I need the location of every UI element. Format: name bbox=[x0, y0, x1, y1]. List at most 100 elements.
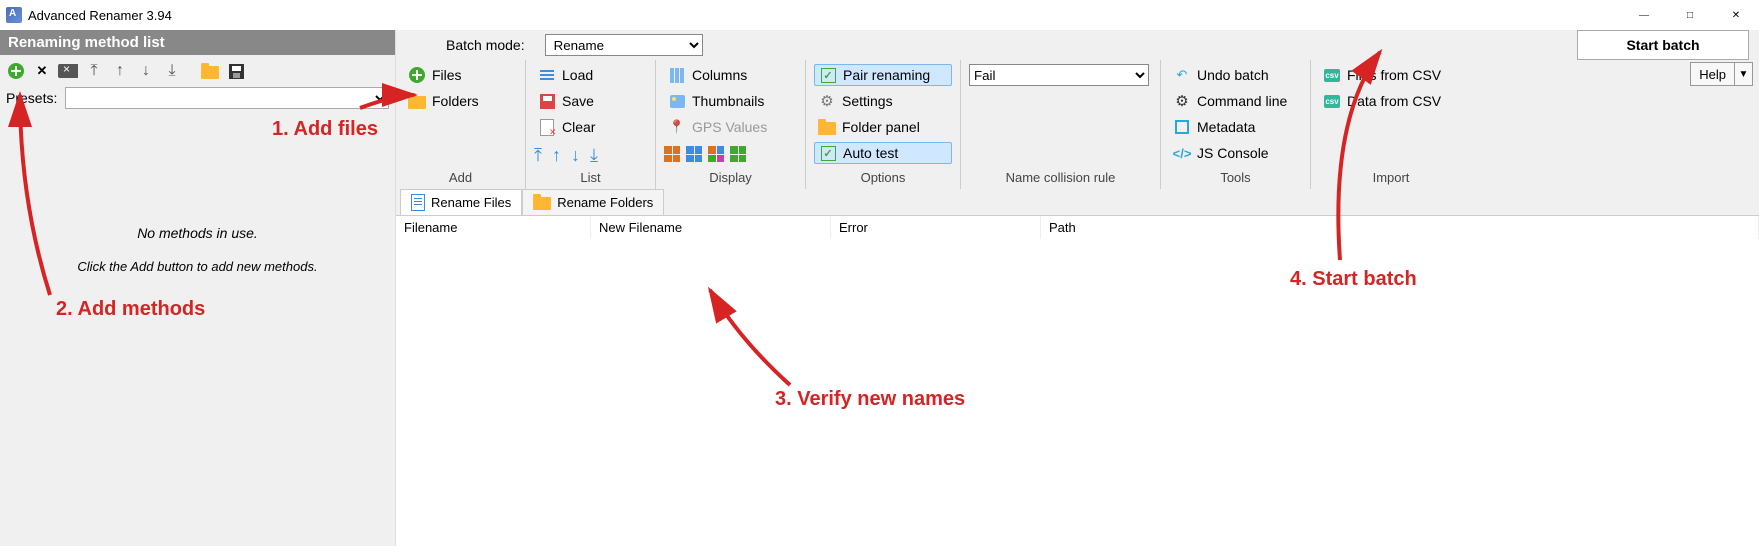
minimize-button[interactable]: — bbox=[1621, 0, 1667, 30]
file-tabs: Rename Files Rename Folders bbox=[396, 189, 1759, 215]
list-load-button[interactable]: Load bbox=[534, 64, 647, 86]
help-dropdown-button[interactable]: ▼ bbox=[1735, 62, 1753, 86]
grid-view-1[interactable] bbox=[664, 146, 680, 162]
empty-line1: No methods in use. bbox=[0, 225, 395, 241]
ribbon-group-display: Columns Thumbnails GPS Values Display bbox=[656, 60, 806, 189]
grid-view-2[interactable] bbox=[686, 146, 702, 162]
method-list-header: Renaming method list bbox=[0, 30, 395, 55]
display-gps-button[interactable]: GPS Values bbox=[664, 116, 797, 138]
folder-icon bbox=[818, 122, 836, 135]
folder-icon bbox=[201, 66, 219, 79]
sort-up-button[interactable]: ↑ bbox=[552, 146, 561, 164]
move-up-button[interactable]: ↑ bbox=[110, 61, 130, 81]
pin-icon bbox=[668, 118, 686, 136]
clear-methods-button[interactable] bbox=[58, 61, 78, 81]
window-controls: — □ ✕ bbox=[1621, 0, 1759, 30]
method-toolbar: ⤒ ↑ ↓ ⤓ bbox=[0, 55, 395, 85]
columns-icon bbox=[670, 68, 684, 83]
empty-line2: Click the Add button to add new methods. bbox=[0, 259, 395, 274]
ribbon-group-tools: ↶Undo batch Command line Metadata </>JS … bbox=[1161, 60, 1311, 189]
list-save-button[interactable]: Save bbox=[534, 90, 647, 112]
add-files-button[interactable]: Files bbox=[404, 64, 517, 86]
folder-icon bbox=[533, 197, 551, 210]
col-error[interactable]: Error bbox=[831, 216, 1041, 239]
plus-icon bbox=[409, 67, 425, 83]
plus-icon bbox=[8, 63, 24, 79]
grid-view-4[interactable] bbox=[730, 146, 746, 162]
square-icon bbox=[1175, 120, 1189, 134]
sort-top-button[interactable]: ⤒ bbox=[534, 146, 542, 164]
option-folder-panel[interactable]: Folder panel bbox=[814, 116, 952, 138]
file-icon bbox=[411, 194, 425, 211]
help-button[interactable]: Help bbox=[1690, 62, 1735, 86]
grid-view-3[interactable] bbox=[708, 146, 724, 162]
remove-method-button[interactable] bbox=[32, 61, 52, 81]
maximize-button[interactable]: □ bbox=[1667, 0, 1713, 30]
col-filename[interactable]: Filename bbox=[396, 216, 591, 239]
batch-mode-dropdown[interactable]: Rename bbox=[545, 34, 703, 56]
option-pair-renaming[interactable]: ✓Pair renaming bbox=[814, 64, 952, 86]
list-clear-button[interactable]: Clear bbox=[534, 116, 647, 138]
csv-icon: csv bbox=[1324, 69, 1340, 82]
gear-icon bbox=[818, 92, 836, 110]
batch-mode-label: Batch mode: bbox=[446, 37, 525, 53]
display-columns-button[interactable]: Columns bbox=[664, 64, 797, 86]
start-batch-button[interactable]: Start batch bbox=[1577, 30, 1749, 60]
method-list-panel: Renaming method list ⤒ ↑ ↓ ⤓ Presets: No… bbox=[0, 30, 396, 546]
ribbon: Files Folders Add Load Save Clear ⤒ bbox=[396, 60, 1759, 189]
list-sort-arrows: ⤒ ↑ ↓ ⤓ bbox=[534, 146, 647, 164]
check-icon: ✓ bbox=[821, 68, 836, 83]
clear-icon bbox=[540, 119, 554, 136]
col-new-filename[interactable]: New Filename bbox=[591, 216, 831, 239]
ribbon-group-options: ✓Pair renaming Settings Folder panel ✓Au… bbox=[806, 60, 961, 189]
methods-empty-placeholder: No methods in use. Click the Add button … bbox=[0, 225, 395, 274]
collision-rule-dropdown[interactable]: Fail bbox=[969, 64, 1149, 86]
sort-bottom-button[interactable]: ⤓ bbox=[590, 146, 598, 164]
file-table-body[interactable] bbox=[396, 239, 1759, 546]
option-settings[interactable]: Settings bbox=[814, 90, 952, 112]
move-down-button[interactable]: ↓ bbox=[136, 61, 156, 81]
code-icon: </> bbox=[1173, 144, 1191, 162]
tab-rename-folders[interactable]: Rename Folders bbox=[522, 189, 664, 215]
import-data-csv[interactable]: csvData from CSV bbox=[1319, 90, 1463, 112]
save-icon bbox=[229, 64, 244, 79]
check-icon: ✓ bbox=[821, 146, 836, 161]
tab-rename-files[interactable]: Rename Files bbox=[400, 189, 522, 215]
help-wrap: Help ▼ bbox=[1690, 60, 1759, 189]
presets-dropdown[interactable] bbox=[65, 87, 389, 109]
close-button[interactable]: ✕ bbox=[1713, 0, 1759, 30]
col-path[interactable]: Path bbox=[1041, 216, 1759, 239]
right-area: Batch mode: Rename Start batch Files Fol… bbox=[396, 30, 1759, 546]
backspace-icon bbox=[58, 64, 78, 78]
thumbnails-icon bbox=[670, 95, 685, 108]
add-folders-button[interactable]: Folders bbox=[404, 90, 517, 112]
tool-metadata[interactable]: Metadata bbox=[1169, 116, 1302, 138]
ribbon-group-import: csvFiles from CSV csvData from CSV Impor… bbox=[1311, 60, 1471, 189]
tool-js-console[interactable]: </>JS Console bbox=[1169, 142, 1302, 164]
save-methods-button[interactable] bbox=[226, 61, 246, 81]
open-methods-button[interactable] bbox=[200, 61, 220, 81]
sort-down-button[interactable]: ↓ bbox=[571, 146, 580, 164]
file-table-header: Filename New Filename Error Path bbox=[396, 215, 1759, 239]
move-bottom-button[interactable]: ⤓ bbox=[162, 61, 182, 81]
tool-command-line[interactable]: Command line bbox=[1169, 90, 1302, 112]
ribbon-group-collision: Fail Name collision rule bbox=[961, 60, 1161, 189]
ribbon-group-list: Load Save Clear ⤒ ↑ ↓ ⤓ List bbox=[526, 60, 656, 189]
display-thumbnails-button[interactable]: Thumbnails bbox=[664, 90, 797, 112]
app-icon bbox=[6, 7, 22, 23]
ribbon-group-add: Files Folders Add bbox=[396, 60, 526, 189]
import-files-csv[interactable]: csvFiles from CSV bbox=[1319, 64, 1463, 86]
window-title: Advanced Renamer 3.94 bbox=[28, 8, 172, 23]
presets-row: Presets: bbox=[0, 85, 395, 115]
list-icon bbox=[540, 70, 554, 80]
add-method-button[interactable] bbox=[6, 61, 26, 81]
folder-icon bbox=[408, 96, 426, 109]
display-grid-buttons bbox=[664, 146, 797, 162]
undo-icon: ↶ bbox=[1173, 66, 1191, 84]
titlebar: Advanced Renamer 3.94 — □ ✕ bbox=[0, 0, 1759, 30]
save-icon bbox=[540, 94, 555, 109]
move-top-button[interactable]: ⤒ bbox=[84, 61, 104, 81]
tool-undo-batch[interactable]: ↶Undo batch bbox=[1169, 64, 1302, 86]
gear-icon bbox=[1173, 92, 1191, 110]
option-auto-test[interactable]: ✓Auto test bbox=[814, 142, 952, 164]
